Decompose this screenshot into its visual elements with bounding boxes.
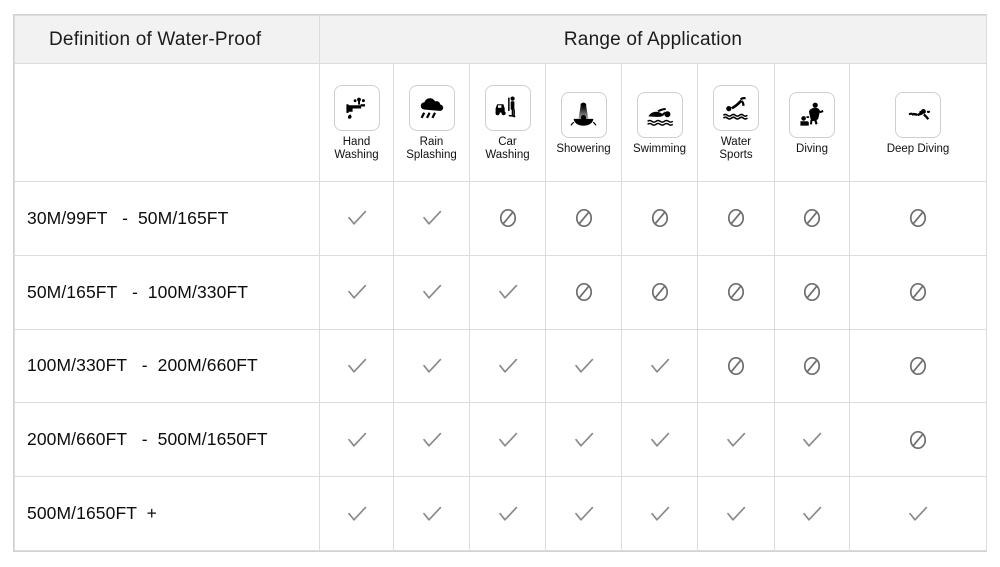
cell-diving-no <box>774 328 850 404</box>
cell-hand-washing-check <box>319 402 394 478</box>
cell-deep-diving-no <box>848 254 988 330</box>
depth-rating-label: 30M/99FT - 50M/165FT <box>14 181 320 256</box>
column-header-hand-washing: Hand Washing <box>319 63 394 183</box>
cell-diving-check <box>774 476 850 551</box>
cell-swimming-check <box>621 476 698 551</box>
cell-diving-check <box>774 402 850 478</box>
cell-showering-check <box>545 328 622 404</box>
cell-hand-washing-check <box>319 181 394 256</box>
column-header-showering: Showering <box>545 63 622 183</box>
column-header-water-sports: Water Sports <box>697 63 775 183</box>
column-label: Diving <box>796 142 828 155</box>
swimmer-icon <box>636 91 683 138</box>
cell-car-washing-check <box>469 476 546 551</box>
table-row: 200M/660FT - 500M/1650FT <box>14 402 988 478</box>
water-sports-dive-icon <box>713 85 759 132</box>
deep-diver-icon <box>895 91 942 138</box>
table: Definition of Water-Proof Range of Appli… <box>14 14 988 551</box>
shower-icon <box>560 91 607 138</box>
cell-rain-splashing-check <box>393 254 470 330</box>
cell-rain-splashing-check <box>393 402 470 478</box>
column-header-swimming: Swimming <box>621 63 698 183</box>
cell-deep-diving-no <box>848 181 988 256</box>
cell-deep-diving-no <box>848 328 988 404</box>
cell-swimming-check <box>621 328 698 404</box>
table-row: 30M/99FT - 50M/165FT <box>14 181 988 256</box>
scuba-diver-icon <box>789 91 835 138</box>
column-header-row: Hand Washing Rain Splashing Car Washing … <box>14 63 988 183</box>
cell-hand-washing-check <box>319 254 394 330</box>
table-row: 500M/1650FT + <box>14 476 988 551</box>
cell-rain-splashing-check <box>393 476 470 551</box>
cell-deep-diving-check <box>848 476 988 551</box>
cell-swimming-no <box>621 181 698 256</box>
banner-row: Definition of Water-Proof Range of Appli… <box>14 14 988 65</box>
cell-water-sports-no <box>697 254 775 330</box>
cell-car-washing-check <box>469 254 546 330</box>
cell-diving-no <box>774 181 850 256</box>
cell-water-sports-check <box>697 402 775 478</box>
depth-rating-label: 100M/330FT - 200M/660FT <box>14 328 320 404</box>
column-header-car-washing: Car Washing <box>469 63 546 183</box>
column-header-rain-splashing: Rain Splashing <box>393 63 470 183</box>
depth-rating-label: 200M/660FT - 500M/1650FT <box>14 402 320 478</box>
column-header-diving: Diving <box>774 63 850 183</box>
cell-car-washing-check <box>469 328 546 404</box>
cell-showering-check <box>545 402 622 478</box>
cell-car-washing-no <box>469 181 546 256</box>
depth-rating-label: 50M/165FT - 100M/330FT <box>14 254 320 330</box>
cell-rain-splashing-check <box>393 181 470 256</box>
definition-header: Definition of Water-Proof <box>14 14 320 65</box>
column-header-deep-diving: Deep Diving <box>848 63 988 183</box>
table-row: 50M/165FT - 100M/330FT <box>14 254 988 330</box>
cell-water-sports-no <box>697 181 775 256</box>
cell-hand-washing-check <box>319 476 394 551</box>
depth-rating-label: 500M/1650FT + <box>14 476 320 551</box>
cell-swimming-no <box>621 254 698 330</box>
table-row: 100M/330FT - 200M/660FT <box>14 328 988 404</box>
column-label: Swimming <box>632 142 687 155</box>
cell-water-sports-no <box>697 328 775 404</box>
column-label: Deep Diving <box>886 142 950 155</box>
column-label: Rain Splashing <box>406 136 457 162</box>
column-label: Water Sports <box>719 136 753 162</box>
column-label: Showering <box>556 142 611 155</box>
header-corner-cell <box>14 63 320 183</box>
cell-diving-no <box>774 254 850 330</box>
cell-car-washing-check <box>469 402 546 478</box>
cell-rain-splashing-check <box>393 328 470 404</box>
faucet-hand-washing-icon <box>333 85 380 132</box>
cell-showering-no <box>545 181 622 256</box>
column-label: Hand Washing <box>334 136 379 162</box>
range-header: Range of Application <box>318 14 988 65</box>
cell-showering-check <box>545 476 622 551</box>
rain-cloud-icon <box>408 85 455 132</box>
cell-swimming-check <box>621 402 698 478</box>
cell-water-sports-check <box>697 476 775 551</box>
cell-showering-no <box>545 254 622 330</box>
cell-hand-washing-check <box>319 328 394 404</box>
column-label: Car Washing <box>485 136 530 162</box>
table-body: Definition of Water-Proof Range of Appli… <box>14 14 988 551</box>
waterproof-rating-table: Definition of Water-Proof Range of Appli… <box>13 14 988 552</box>
cell-deep-diving-no <box>848 402 988 478</box>
car-washing-icon <box>484 85 531 132</box>
